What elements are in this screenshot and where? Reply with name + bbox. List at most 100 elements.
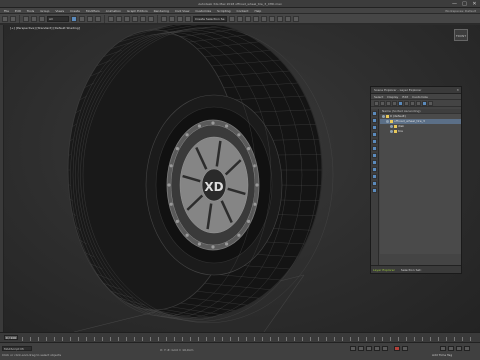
named-selection-field[interactable]: Create Selection Se [193,15,227,22]
maxscript-listener[interactable]: MAXScript Mi [2,346,32,351]
selection-filter-dropdown[interactable]: All [47,15,69,22]
time-tag-label[interactable]: Add Time Tag [432,353,452,357]
shapes-filter-icon[interactable] [372,118,377,123]
snaps-toggle-icon[interactable] [161,15,167,22]
invert-selection-icon[interactable] [392,100,397,106]
undo-icon[interactable] [2,15,8,22]
cameras-filter-icon[interactable] [372,132,377,137]
menu-group[interactable]: Group [40,9,49,13]
menu-modifiers[interactable]: Modifiers [86,9,100,13]
menu-civil-view[interactable]: Civil View [175,9,189,13]
geometry-filter-icon[interactable] [372,111,377,116]
menu-content[interactable]: Content [237,9,249,13]
select-none-icon[interactable] [386,100,391,106]
orbit-icon[interactable] [456,346,462,351]
select-by-name-icon[interactable] [79,15,85,22]
menu-help[interactable]: Help [254,9,261,13]
select-all-icon[interactable] [380,100,385,106]
zoom-extents-icon[interactable] [440,346,446,351]
layer-explorer-dropdown[interactable]: Layer Explorer [373,268,395,272]
rotate-icon[interactable] [116,15,122,22]
visibility-icon[interactable] [382,115,385,118]
percent-snap-icon[interactable] [177,15,183,22]
render-setup-icon[interactable] [277,15,283,22]
visibility-icon[interactable] [390,125,393,128]
angle-snap-icon[interactable] [169,15,175,22]
freeze-icon[interactable] [422,100,427,106]
unlink-icon[interactable] [31,15,37,22]
timeline-track[interactable] [22,337,474,341]
link-icon[interactable] [23,15,29,22]
layer-explorer-icon[interactable] [245,15,251,22]
visibility-icon[interactable] [390,130,393,133]
menu-customize[interactable]: Customize [195,9,211,13]
xrefs-filter-icon[interactable] [372,160,377,165]
create-layer-icon[interactable] [410,100,415,106]
groups-filter-icon[interactable] [372,153,377,158]
maximize-viewport-icon[interactable] [464,346,470,351]
auto-key-button[interactable] [394,346,400,351]
set-key-icon[interactable] [402,346,408,351]
search-icon[interactable] [428,100,433,106]
next-frame-icon[interactable] [374,346,380,351]
menu-views[interactable]: Views [55,9,64,13]
viewcube[interactable]: FRONT [454,29,468,41]
menu-graph-editors[interactable]: Graph Editors [127,9,148,13]
reference-coordinate-icon[interactable] [140,15,146,22]
hierarchy-icon[interactable] [404,100,409,106]
move-icon[interactable] [108,15,114,22]
align-icon[interactable] [237,15,243,22]
curve-editor-icon[interactable] [253,15,259,22]
pivot-center-icon[interactable] [148,15,154,22]
selection-set-dropdown[interactable]: Selection Set: [401,268,422,272]
spacewarps-filter-icon[interactable] [372,146,377,151]
rendered-frame-window-icon[interactable] [285,15,291,22]
close-icon[interactable]: ✕ [456,87,459,94]
place-icon[interactable] [132,15,138,22]
workspace-selector[interactable]: Workspaces: Default [445,9,476,13]
redo-icon[interactable] [10,15,16,22]
filter-icon[interactable] [374,100,379,106]
render-production-icon[interactable] [293,15,299,22]
minimize-button[interactable]: — [451,1,458,7]
helpers-filter-icon[interactable] [372,139,377,144]
se-menu-customize[interactable]: Customize [412,95,428,99]
time-slider[interactable]: 0 / 100 [4,335,18,340]
add-to-layer-icon[interactable] [416,100,421,106]
visibility-icon[interactable] [386,120,389,123]
window-crossing-icon[interactable] [95,15,101,22]
se-menu-edit[interactable]: Edit [402,95,408,99]
menu-animation[interactable]: Animation [106,9,121,13]
scale-icon[interactable] [124,15,130,22]
go-to-start-icon[interactable] [350,346,356,351]
menu-tools[interactable]: Tools [27,9,34,13]
hidden-filter-icon[interactable] [372,188,377,193]
se-menu-select[interactable]: Select [374,95,383,99]
frozen-filter-icon[interactable] [372,181,377,186]
menu-scripting[interactable]: Scripting [217,9,230,13]
coordinate-display[interactable]: X: Y: Z: Grid = 10,0cm [160,348,193,352]
lights-filter-icon[interactable] [372,125,377,130]
menu-edit[interactable]: Edit [15,9,21,13]
close-button[interactable]: ✕ [471,1,478,7]
rectangular-selection-icon[interactable] [87,15,93,22]
select-object-icon[interactable] [71,15,77,22]
bind-space-warp-icon[interactable] [39,15,45,22]
containers-filter-icon[interactable] [372,174,377,179]
go-to-end-icon[interactable] [382,346,388,351]
spinner-snap-icon[interactable] [185,15,191,22]
material-editor-icon[interactable] [269,15,275,22]
menu-file[interactable]: File [4,9,9,13]
play-icon[interactable] [366,346,372,351]
schematic-view-icon[interactable] [261,15,267,22]
menu-rendering[interactable]: Rendering [154,9,169,13]
se-menu-display[interactable]: Display [387,95,398,99]
maximize-button[interactable]: □ [461,1,468,7]
menu-create[interactable]: Create [70,9,80,13]
tree-row[interactable]: tire [380,129,461,134]
bones-filter-icon[interactable] [372,167,377,172]
sort-layers-icon[interactable] [398,100,403,106]
viewport-label[interactable]: [+] [Perspective] [Standard] [Default Sh… [10,26,80,30]
pan-icon[interactable] [448,346,454,351]
mirror-icon[interactable] [229,15,235,22]
